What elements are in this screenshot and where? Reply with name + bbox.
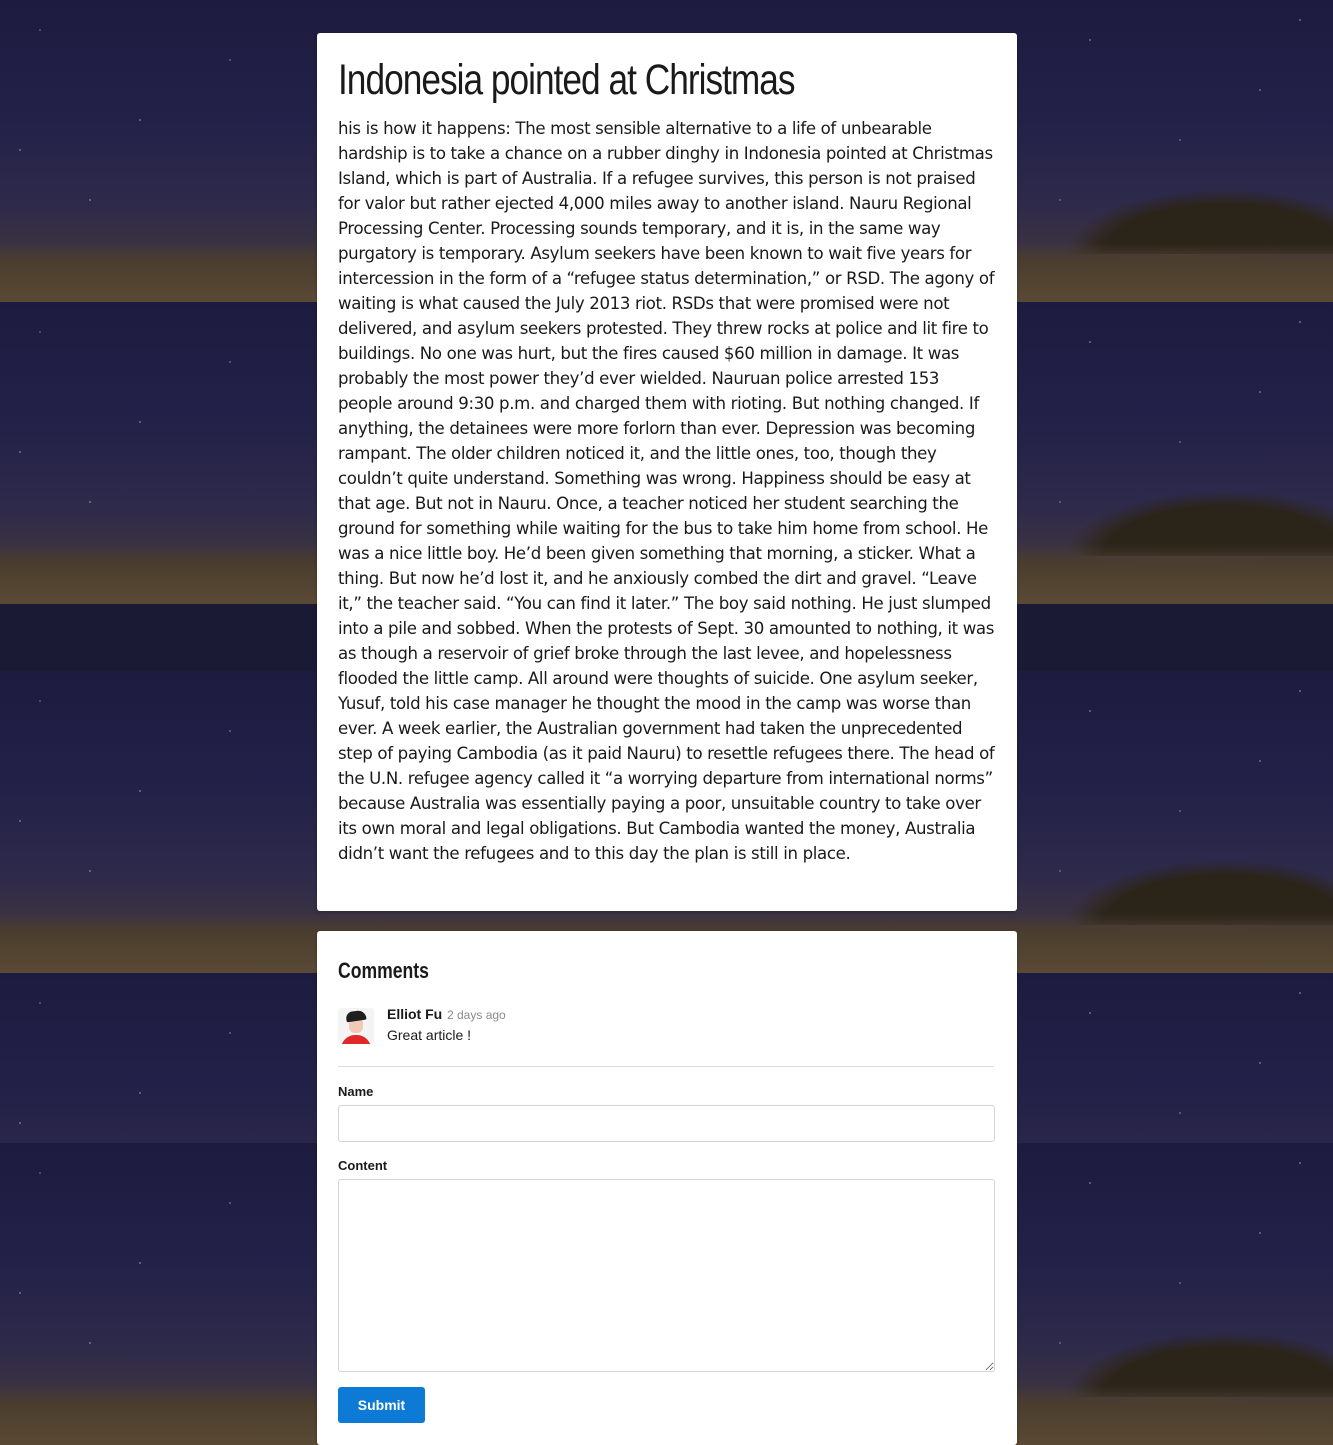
article-card: Indonesia pointed at Christmas his is ho… xyxy=(317,33,1017,911)
article-title: Indonesia pointed at Christmas xyxy=(338,56,796,104)
submit-button[interactable]: Submit xyxy=(338,1387,425,1423)
user-avatar-icon[interactable] xyxy=(338,1008,374,1044)
comments-title: Comments xyxy=(338,958,429,983)
comment-author[interactable]: Elliot Fu xyxy=(387,1006,442,1022)
name-input[interactable] xyxy=(338,1105,995,1142)
content-label: Content xyxy=(338,1158,388,1173)
comments-card: Comments Elliot Fu 2 days ago Great arti… xyxy=(317,931,1017,1445)
comment-date: 2 days ago xyxy=(447,1008,506,1022)
comment-item: Elliot Fu 2 days ago Great article ! xyxy=(338,1006,994,1067)
name-label: Name xyxy=(338,1084,374,1099)
article-body: his is how it happens: The most sensible… xyxy=(338,119,995,863)
content-input[interactable] xyxy=(338,1179,995,1372)
comment-text: Great article ! xyxy=(387,1027,472,1043)
